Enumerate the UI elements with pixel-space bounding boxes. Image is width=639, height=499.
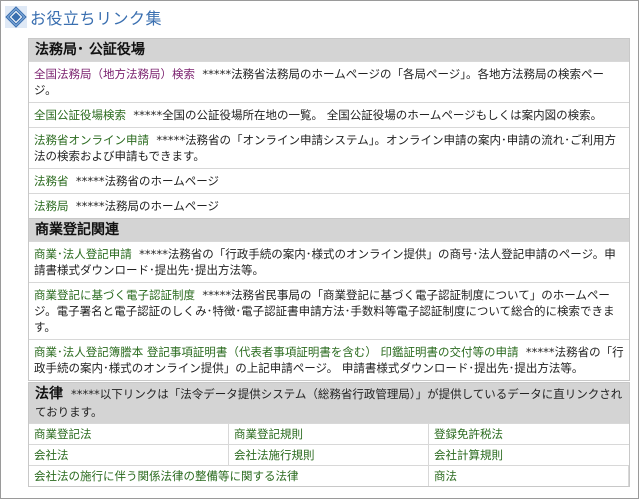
law-title: 法律 — [35, 386, 63, 402]
section-title: 法務局･ 公証役場 — [29, 39, 629, 61]
page-header: お役立ちリンク集 — [5, 5, 162, 29]
list-item: 全国公証役場検索 *****全国の公証役場所在地の一覧。 全国公証役場のホームペ… — [29, 102, 629, 127]
section-law: 法律 *****以下リンクは「法令データ提供システム（総務省行政管理局）」が提供し… — [28, 382, 630, 487]
link-description: *****法務省のホームページ — [75, 174, 219, 188]
link-notary-search[interactable]: 全国公証役場検索 — [34, 108, 126, 122]
link-commercial-registration[interactable]: 商業･法人登記申請 — [34, 247, 132, 261]
law-link-grid: 商業登記法 商業登記規則 登録免許税法 会社法 会社法施行規則 会社計算規則 会… — [29, 423, 629, 486]
law-cell: 商法 — [429, 465, 629, 486]
law-cell: 会社法施行規則 — [229, 444, 429, 465]
link-companies-act-regulations[interactable]: 会社法施行規則 — [234, 448, 315, 462]
law-cell: 商業登記法 — [29, 423, 229, 444]
link-e-certification[interactable]: 商業登記に基づく電子認証制度 — [34, 288, 195, 302]
list-item: 法務省オンライン申請 *****法務省の「オンライン申請システム」。オンライン申… — [29, 127, 629, 168]
link-commercial-registration-act[interactable]: 商業登記法 — [34, 427, 92, 441]
link-certificate-application[interactable]: 商業･法人登記簿謄本 登記事項証明書（代表者事項証明書を含む） 印鑑証明書の交付… — [34, 345, 519, 359]
list-item: 法務局 *****法務局のホームページ — [29, 193, 629, 218]
link-description: *****全国の公証役場所在地の一覧。 全国公証役場のホームページもしくは案内図… — [133, 108, 603, 122]
link-online-application[interactable]: 法務省オンライン申請 — [34, 133, 149, 147]
link-companies-act[interactable]: 会社法 — [34, 448, 69, 462]
law-cell: 会社法 — [29, 444, 229, 465]
link-description: *****法務局のホームページ — [75, 199, 219, 213]
diamond-logo-icon — [5, 6, 27, 28]
link-ministry[interactable]: 法務省 — [34, 174, 69, 188]
section-legal-affairs: 法務局･ 公証役場 全国法務局（地方法務局）検索 *****法務省法務局のホーム… — [28, 38, 630, 219]
link-commercial-code[interactable]: 商法 — [434, 469, 457, 483]
link-legal-bureau[interactable]: 法務局 — [34, 199, 69, 213]
link-bureau-search[interactable]: 全国法務局（地方法務局）検索 — [34, 67, 195, 81]
page-title: お役立ちリンク集 — [30, 9, 163, 28]
law-note: *****以下リンクは「法令データ提供システム（総務省行政管理局）」が提供してい… — [35, 387, 623, 419]
section-title: 商業登記関連 — [29, 219, 629, 241]
link-commercial-registration-rules[interactable]: 商業登記規則 — [234, 427, 303, 441]
link-company-accounting-rules[interactable]: 会社計算規則 — [434, 448, 503, 462]
law-cell: 商業登記規則 — [229, 423, 429, 444]
list-item: 全国法務局（地方法務局）検索 *****法務省法務局のホームページの「各局ページ… — [29, 61, 629, 102]
list-item: 商業･法人登記申請 *****法務省の「行政手続の案内･様式のオンライン提供」の… — [29, 241, 629, 282]
list-item: 法務省 *****法務省のホームページ — [29, 168, 629, 193]
link-companies-act-related-laws[interactable]: 会社法の施行に伴う関係法律の整備等に関する法律 — [34, 469, 299, 483]
section-commercial-registration: 商業登記関連 商業･法人登記申請 *****法務省の「行政手続の案内･様式のオン… — [28, 218, 630, 381]
list-item: 商業登記に基づく電子認証制度 *****法務省民事局の「商業登記に基づく電子認証… — [29, 282, 629, 339]
list-item: 商業･法人登記簿謄本 登記事項証明書（代表者事項証明書を含む） 印鑑証明書の交付… — [29, 339, 629, 380]
law-cell: 会社法の施行に伴う関係法律の整備等に関する法律 — [29, 465, 429, 486]
law-cell: 登録免許税法 — [429, 423, 629, 444]
law-cell: 会社計算規則 — [429, 444, 629, 465]
link-registration-license-tax-act[interactable]: 登録免許税法 — [434, 427, 503, 441]
section-title: 法律 *****以下リンクは「法令データ提供システム（総務省行政管理局）」が提供し… — [29, 383, 629, 423]
